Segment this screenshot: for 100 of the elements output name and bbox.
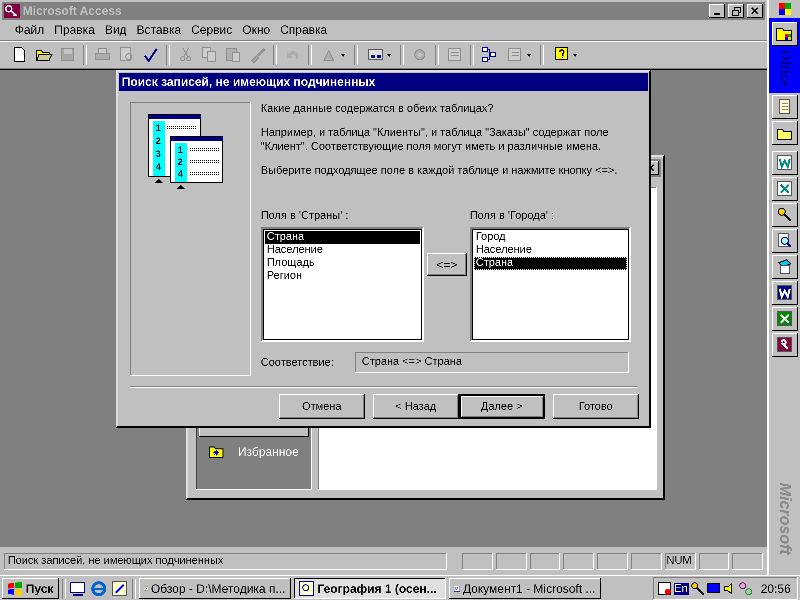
new-object-icon (506, 46, 524, 64)
folder-icon (209, 445, 224, 459)
document-icon (776, 258, 792, 275)
dialog-button[interactable]: Далее > (459, 394, 545, 419)
word-icon (776, 284, 792, 301)
match-label: Соответствие: (261, 356, 336, 368)
dialog-button[interactable]: Готово (553, 394, 639, 419)
language-indicator[interactable]: En (674, 582, 689, 594)
search-button[interactable] (772, 228, 798, 253)
list-label: Поля в 'Города' : (470, 210, 556, 224)
taskbar-button[interactable]: География 1 (осен... (294, 578, 446, 599)
access-icon (776, 336, 792, 353)
status-panel (698, 552, 730, 570)
menu-item[interactable]: Окно (237, 21, 276, 39)
excel-button[interactable] (772, 306, 798, 331)
match-field: Страна <=> Страна (355, 352, 629, 373)
list-item[interactable]: Население (265, 244, 420, 257)
list-item[interactable]: Население (474, 244, 627, 257)
status-text: Поиск записей, не имеющих подчиненных (4, 552, 447, 570)
paste-icon (224, 46, 242, 64)
menu-item[interactable]: Правка (50, 21, 100, 39)
excel-button[interactable] (772, 176, 798, 201)
dialog-button[interactable]: Отмена (279, 394, 365, 419)
note-button[interactable] (772, 94, 798, 119)
office-button[interactable] (772, 22, 798, 46)
access-button[interactable] (772, 332, 798, 357)
status-panel (496, 552, 527, 570)
row-number: 1 (156, 123, 161, 133)
dialog-button[interactable]: < Назад (373, 394, 459, 419)
key-button[interactable] (772, 202, 798, 227)
close-button[interactable] (747, 4, 763, 18)
dropdown-arrow-icon (526, 54, 532, 56)
excel-icon (776, 180, 792, 197)
restore-icon (732, 6, 740, 16)
status-panel (732, 552, 764, 570)
key-icon (776, 206, 792, 223)
menu-item[interactable]: Справка (275, 21, 332, 39)
restore-button[interactable] (728, 4, 744, 18)
word-icon (776, 154, 792, 171)
spelling-check-icon (142, 46, 160, 64)
status-panel (563, 552, 594, 570)
network-icon[interactable] (738, 582, 753, 596)
close-icon (751, 7, 759, 15)
document-button[interactable] (772, 254, 798, 279)
status-panel (530, 552, 560, 570)
status-panel (462, 552, 493, 570)
word-button[interactable] (772, 150, 798, 175)
instruction-text: Выберите подходящее поле в каждой таблице и нажмите кнопку <=>. (261, 164, 619, 178)
list-item[interactable]: Страна (265, 231, 420, 244)
taskbar-button[interactable]: Документ1 - Microsoft ... (448, 578, 601, 599)
list-item[interactable]: Страна (474, 257, 627, 270)
question-text: Какие данные содержатся в обеих таблицах? (261, 102, 495, 116)
key-icon (4, 4, 20, 18)
open-folder-button[interactable] (772, 120, 798, 145)
field-list[interactable]: Страна Население Площадь Регион (261, 227, 424, 342)
dropdown-arrow-icon (572, 54, 578, 56)
menu-item[interactable]: Вид (100, 21, 132, 39)
office-bar-title: Office (776, 50, 792, 87)
taskbar-button[interactable]: Обзор - D:\Методика п... (138, 578, 291, 599)
folder-icon (776, 26, 794, 42)
minimize-button[interactable] (709, 4, 725, 18)
match-button[interactable]: <=> (427, 253, 467, 276)
calendar-icon[interactable] (658, 582, 672, 596)
print-preview-icon (118, 46, 136, 64)
row-number: 4 (178, 169, 183, 179)
start-button[interactable]: Пуск (2, 578, 59, 599)
row-number: 4 (156, 162, 161, 172)
list-item[interactable]: Регион (265, 270, 420, 283)
list-item[interactable]: Площадь (265, 257, 420, 270)
example-text: Например, и таблица "Клиенты", и таблица "Заказы" содержат поле "Клиент". Соответствующие поля могут иметь и различные имена. (261, 126, 610, 154)
note-icon (776, 98, 792, 115)
row-number: 3 (156, 149, 161, 159)
menu-item[interactable]: Вставка (132, 21, 186, 39)
monitor-icon[interactable] (706, 582, 721, 596)
row-number: 1 (178, 145, 183, 155)
menu-item[interactable]: Сервис (186, 21, 238, 39)
brush-icon (248, 46, 266, 64)
row-number: 2 (156, 136, 161, 146)
status-panel (630, 552, 662, 570)
clock-text: 20:56 (760, 582, 791, 596)
dialog-title: Поиск записей, не имеющих подчиненных (119, 73, 648, 91)
dropdown-arrow-icon (340, 54, 346, 56)
desktop-icon[interactable] (68, 580, 87, 598)
window-title: Microsoft Access (23, 4, 123, 18)
dropdown-arrow-icon (386, 54, 392, 56)
window-icon (298, 580, 315, 596)
search-icon (776, 232, 792, 249)
windows-logo-icon (7, 582, 23, 596)
num-lock-indicator: NUM (664, 552, 696, 570)
pencil-icon[interactable] (110, 580, 129, 598)
properties-icon (446, 46, 464, 64)
favorites-item[interactable]: Избранное (238, 445, 299, 459)
status-panel (597, 552, 628, 570)
menu-item[interactable]: Файл (10, 21, 50, 39)
office-logo-icon[interactable] (778, 2, 792, 16)
list-item[interactable]: Город (474, 231, 627, 244)
field-list[interactable]: Город Население Страна (470, 227, 631, 342)
key-icon[interactable] (690, 582, 705, 596)
relationships-icon (480, 46, 498, 64)
word-button[interactable] (772, 280, 798, 305)
